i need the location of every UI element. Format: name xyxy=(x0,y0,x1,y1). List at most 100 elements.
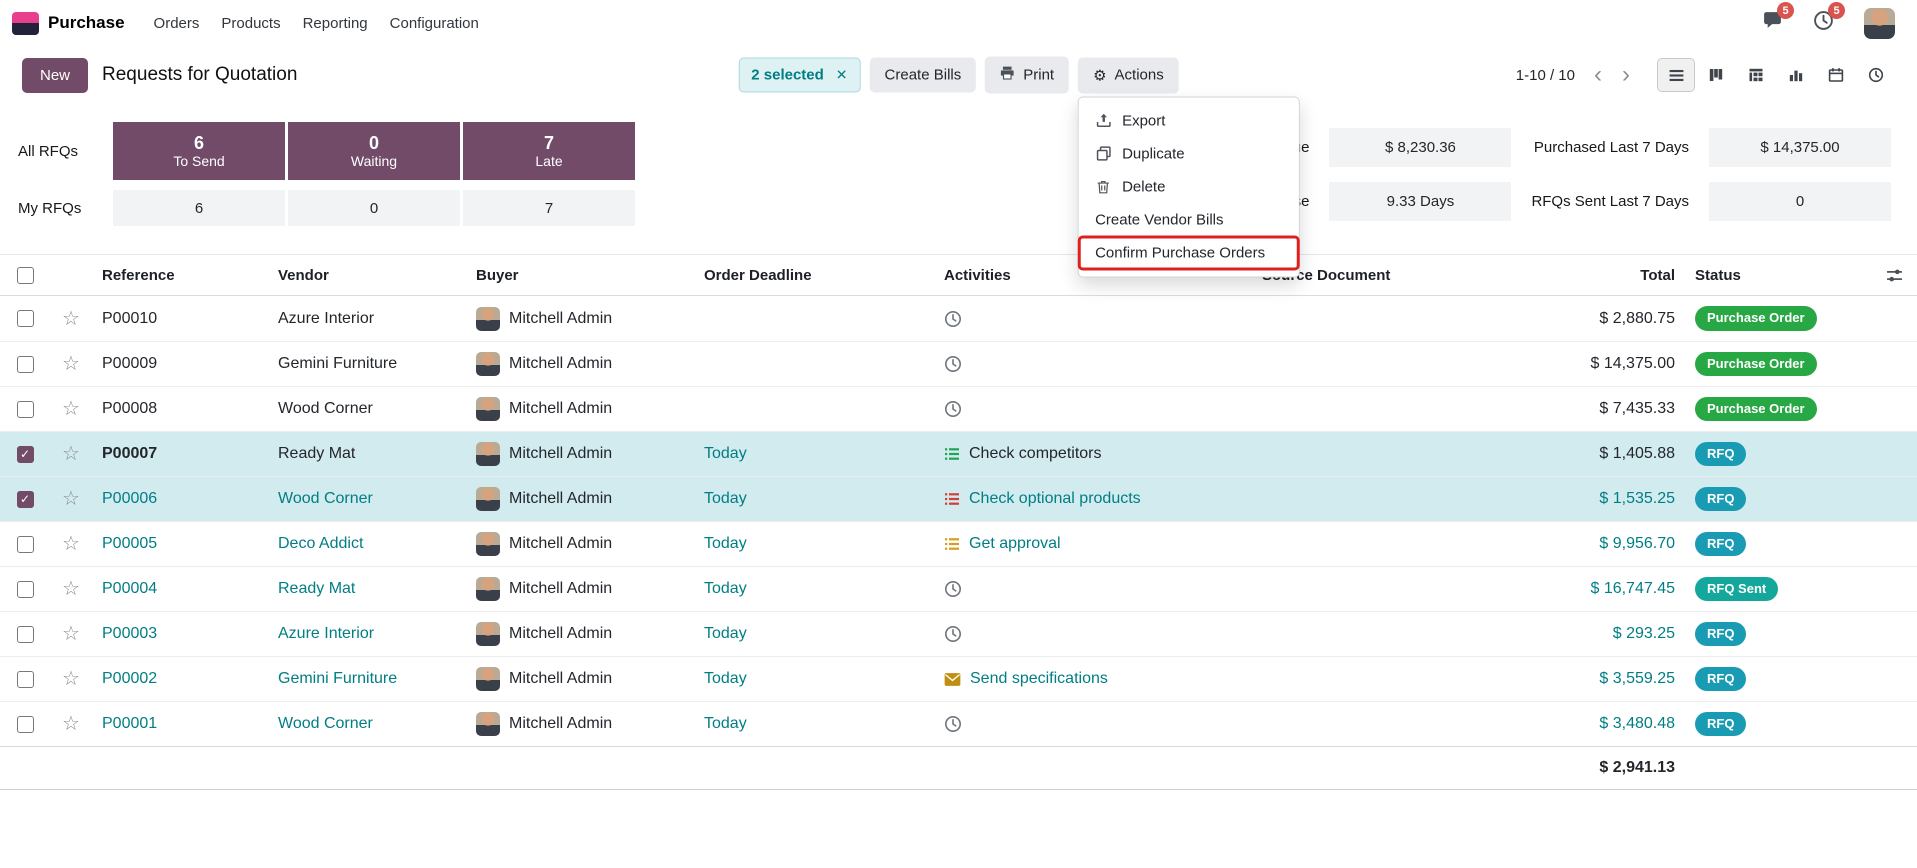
activity-cell[interactable] xyxy=(934,625,1252,643)
reference-cell[interactable]: P00006 xyxy=(92,490,268,508)
row-checkbox[interactable] xyxy=(17,671,34,688)
favorite-star-icon[interactable]: ☆ xyxy=(62,624,80,644)
favorite-star-icon[interactable]: ☆ xyxy=(62,579,80,599)
view-list-button[interactable] xyxy=(1657,58,1695,92)
nav-menu-reporting[interactable]: Reporting xyxy=(292,8,379,39)
row-checkbox[interactable]: ✓ xyxy=(17,491,34,508)
activity-cell[interactable]: Check competitors xyxy=(934,445,1252,463)
activities-button[interactable]: 5 xyxy=(1813,10,1834,36)
reference-cell[interactable]: P00009 xyxy=(92,355,268,373)
activity-cell[interactable] xyxy=(934,580,1252,598)
reference-cell[interactable]: P00004 xyxy=(92,580,268,598)
adjust-columns-button[interactable] xyxy=(1871,267,1917,284)
view-activity-button[interactable] xyxy=(1857,58,1895,92)
menu-item-duplicate[interactable]: Duplicate xyxy=(1079,137,1299,170)
reference-cell[interactable]: P00003 xyxy=(92,625,268,643)
activity-cell[interactable]: Get approval xyxy=(934,535,1252,553)
column-header-reference[interactable]: Reference xyxy=(92,267,268,284)
row-checkbox[interactable] xyxy=(17,626,34,643)
reference-cell[interactable]: P00008 xyxy=(92,400,268,418)
create-bills-button[interactable]: Create Bills xyxy=(870,58,977,93)
menu-item-create-vendor-bills[interactable]: Create Vendor Bills xyxy=(1079,203,1299,236)
favorite-star-icon[interactable]: ☆ xyxy=(62,534,80,554)
reference-cell[interactable]: P00005 xyxy=(92,535,268,553)
clear-selection-icon[interactable]: ✕ xyxy=(836,67,848,84)
row-checkbox[interactable] xyxy=(17,581,34,598)
clock-icon[interactable] xyxy=(944,355,962,373)
user-avatar[interactable] xyxy=(1864,8,1895,39)
nav-menu-products[interactable]: Products xyxy=(210,8,291,39)
clock-icon[interactable] xyxy=(944,580,962,598)
row-checkbox[interactable] xyxy=(17,716,34,733)
envelope-icon[interactable] xyxy=(944,672,961,687)
dash-my-waiting[interactable]: 0 xyxy=(288,190,460,226)
activity-cell[interactable] xyxy=(934,310,1252,328)
row-checkbox[interactable] xyxy=(17,356,34,373)
menu-item-export[interactable]: Export xyxy=(1079,104,1299,137)
new-button[interactable]: New xyxy=(22,58,88,93)
favorite-star-icon[interactable]: ☆ xyxy=(62,354,80,374)
table-row-P00001[interactable]: ☆P00001Wood CornerMitchell AdminToday$ 3… xyxy=(0,701,1917,746)
favorite-star-icon[interactable]: ☆ xyxy=(62,399,80,419)
activity-cell[interactable] xyxy=(934,715,1252,733)
app-switcher[interactable]: Purchase xyxy=(12,12,125,35)
reference-cell[interactable]: P00001 xyxy=(92,715,268,733)
row-checkbox[interactable] xyxy=(17,401,34,418)
table-row-P00005[interactable]: ☆P00005Deco AddictMitchell AdminTodayGet… xyxy=(0,521,1917,566)
reference-cell[interactable]: P00002 xyxy=(92,670,268,688)
activity-cell[interactable]: Send specifications xyxy=(934,670,1252,688)
nav-menu-orders[interactable]: Orders xyxy=(143,8,211,39)
view-pivot-button[interactable] xyxy=(1737,58,1775,92)
pager-next-button[interactable]: › xyxy=(1613,63,1639,87)
clock-icon[interactable] xyxy=(944,310,962,328)
dash-my-late[interactable]: 7 xyxy=(463,190,635,226)
view-graph-button[interactable] xyxy=(1777,58,1815,92)
table-row-P00007[interactable]: ✓☆P00007Ready MatMitchell AdminTodayChec… xyxy=(0,431,1917,476)
table-row-P00006[interactable]: ✓☆P00006Wood CornerMitchell AdminTodayCh… xyxy=(0,476,1917,521)
table-row-P00004[interactable]: ☆P00004Ready MatMitchell AdminToday$ 16,… xyxy=(0,566,1917,611)
row-checkbox[interactable] xyxy=(17,310,34,327)
column-header-buyer[interactable]: Buyer xyxy=(466,267,694,284)
favorite-star-icon[interactable]: ☆ xyxy=(62,669,80,689)
favorite-star-icon[interactable]: ☆ xyxy=(62,309,80,329)
row-checkbox[interactable]: ✓ xyxy=(17,446,34,463)
dash-my-to-send[interactable]: 6 xyxy=(113,190,285,226)
table-row-P00010[interactable]: ☆P00010Azure InteriorMitchell Admin$ 2,8… xyxy=(0,296,1917,341)
menu-item-confirm-purchase-orders[interactable]: Confirm Purchase Orders xyxy=(1079,236,1299,269)
clock-icon[interactable] xyxy=(944,400,962,418)
dash-card-to-send[interactable]: 6 To Send xyxy=(113,122,285,180)
activity-cell[interactable] xyxy=(934,355,1252,373)
column-header-order-deadline[interactable]: Order Deadline xyxy=(694,267,934,284)
favorite-star-icon[interactable]: ☆ xyxy=(62,714,80,734)
table-row-P00003[interactable]: ☆P00003Azure InteriorMitchell AdminToday… xyxy=(0,611,1917,656)
messages-button[interactable]: 5 xyxy=(1762,10,1783,36)
table-row-P00002[interactable]: ☆P00002Gemini FurnitureMitchell AdminTod… xyxy=(0,656,1917,701)
activity-cell[interactable]: Check optional products xyxy=(934,490,1252,508)
dash-card-late[interactable]: 7 Late xyxy=(463,122,635,180)
clock-icon[interactable] xyxy=(944,625,962,643)
column-header-vendor[interactable]: Vendor xyxy=(268,267,466,284)
menu-item-delete[interactable]: Delete xyxy=(1079,170,1299,203)
table-row-P00008[interactable]: ☆P00008Wood CornerMitchell Admin$ 7,435.… xyxy=(0,386,1917,431)
list-green-icon[interactable] xyxy=(944,446,960,462)
nav-menu-configuration[interactable]: Configuration xyxy=(379,8,490,39)
select-all-checkbox[interactable] xyxy=(17,267,34,284)
view-kanban-button[interactable] xyxy=(1697,58,1735,92)
column-header-total[interactable]: Total xyxy=(1517,267,1685,284)
favorite-star-icon[interactable]: ☆ xyxy=(62,444,80,464)
table-row-P00009[interactable]: ☆P00009Gemini FurnitureMitchell Admin$ 1… xyxy=(0,341,1917,386)
reference-cell[interactable]: P00007 xyxy=(92,445,268,463)
favorite-star-icon[interactable]: ☆ xyxy=(62,489,80,509)
activity-cell[interactable] xyxy=(934,400,1252,418)
actions-button[interactable]: ⚙ Actions xyxy=(1078,57,1179,93)
column-header-status[interactable]: Status xyxy=(1685,267,1871,284)
reference-cell[interactable]: P00010 xyxy=(92,310,268,328)
pager-previous-button[interactable]: ‹ xyxy=(1585,63,1611,87)
view-calendar-button[interactable] xyxy=(1817,58,1855,92)
list-yellow-icon[interactable] xyxy=(944,536,960,552)
list-red-icon[interactable] xyxy=(944,491,960,507)
dash-card-waiting[interactable]: 0 Waiting xyxy=(288,122,460,180)
row-checkbox[interactable] xyxy=(17,536,34,553)
clock-icon[interactable] xyxy=(944,715,962,733)
print-button[interactable]: Print xyxy=(985,57,1069,94)
